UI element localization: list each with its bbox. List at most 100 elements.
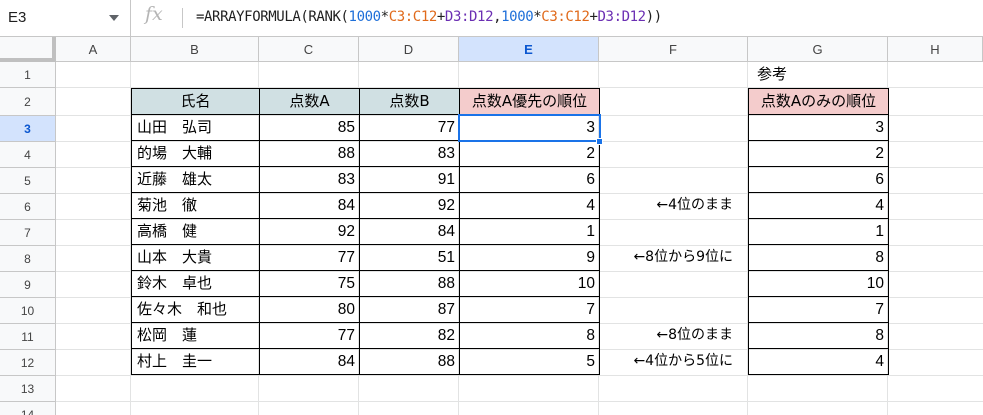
cell-rank-a-only[interactable]: 4 [748, 348, 889, 375]
cell-rank-a-only[interactable]: 8 [748, 322, 889, 349]
cell-rank-a-priority[interactable]: 5 [459, 348, 600, 375]
cell-score-a[interactable]: 77 [259, 322, 360, 349]
cell-rank-a-priority[interactable]: 6 [459, 166, 600, 193]
cell-score-b[interactable]: 92 [359, 192, 460, 219]
cell-name[interactable]: 村上 圭一 [131, 348, 260, 375]
column-header-g[interactable]: G [748, 37, 888, 62]
gridline [56, 401, 983, 402]
cell-name[interactable]: 的場 大輔 [131, 140, 260, 167]
formula-part: + [589, 9, 598, 25]
cell-score-b[interactable]: 77 [359, 114, 460, 141]
select-all-corner[interactable] [0, 37, 56, 62]
column-header-e[interactable]: E [459, 37, 599, 62]
row-header-9[interactable]: 9 [0, 272, 56, 298]
cell-name[interactable]: 山田 弘司 [131, 114, 260, 141]
column-header-h[interactable]: H [888, 37, 983, 62]
row-header-7[interactable]: 7 [0, 220, 56, 246]
column-header-f[interactable]: F [599, 37, 748, 62]
name-box[interactable]: E3 [0, 0, 131, 37]
cell-note[interactable]: ←8位のまま [656, 323, 733, 348]
row-header-13[interactable]: 13 [0, 376, 56, 402]
cell-score-b[interactable]: 82 [359, 322, 460, 349]
cell-rank-a-priority[interactable]: 9 [459, 244, 600, 271]
cell-rank-a-only[interactable]: 8 [748, 244, 889, 271]
row-header-4[interactable]: 4 [0, 142, 56, 168]
formula-range: D3:D12 [444, 9, 494, 25]
formula-range: D3:D12 [597, 9, 647, 25]
cell-score-a[interactable]: 75 [259, 270, 360, 297]
column-header-b[interactable]: B [131, 37, 259, 62]
reference-label: 参考 [757, 65, 788, 83]
cell-rank-a-only[interactable]: 10 [748, 270, 889, 297]
chevron-down-icon[interactable] [109, 15, 119, 21]
header-rank-a-only[interactable]: 点数Aのみの順位 [748, 88, 889, 115]
row-header-5[interactable]: 5 [0, 168, 56, 194]
cell-rank-a-priority[interactable]: 8 [459, 322, 600, 349]
cell-name[interactable]: 近藤 雄太 [131, 166, 260, 193]
cell-note[interactable]: ←4位のまま [656, 193, 733, 218]
formula-part: )) [645, 9, 662, 25]
cell-score-a[interactable]: 84 [259, 348, 360, 375]
cell-note[interactable]: ←4位から5位に [633, 349, 733, 374]
gridline [56, 375, 983, 376]
cell-score-a[interactable]: 85 [259, 114, 360, 141]
cell-score-a[interactable]: 77 [259, 244, 360, 271]
cell-name[interactable]: 山本 大貴 [131, 244, 260, 271]
cell-rank-a-priority[interactable]: 7 [459, 296, 600, 323]
header-name[interactable]: 氏名 [131, 88, 260, 115]
cell-score-b[interactable]: 88 [359, 270, 460, 297]
cell-score-a[interactable]: 84 [259, 192, 360, 219]
cell-score-b[interactable]: 88 [359, 348, 460, 375]
cell-name[interactable]: 菊池 徹 [131, 192, 260, 219]
row-header-12[interactable]: 12 [0, 350, 56, 376]
cell-score-a[interactable]: 80 [259, 296, 360, 323]
formula-part: + [436, 9, 445, 25]
cell-rank-a-priority[interactable]: 2 [459, 140, 600, 167]
cell-score-a[interactable]: 83 [259, 166, 360, 193]
cell-score-b[interactable]: 84 [359, 218, 460, 245]
formula-number: 1000 [501, 9, 534, 25]
cell-name[interactable]: 松岡 蓮 [131, 322, 260, 349]
cell-score-b[interactable]: 91 [359, 166, 460, 193]
name-box-value: E3 [8, 9, 27, 26]
row-header-11[interactable]: 11 [0, 324, 56, 350]
cell-name[interactable]: 鈴木 卓也 [131, 270, 260, 297]
cell-note[interactable]: ←8位から9位に [633, 245, 733, 270]
cell-score-a[interactable]: 88 [259, 140, 360, 167]
cell-rank-a-priority[interactable]: 4 [459, 192, 600, 219]
cell-score-b[interactable]: 87 [359, 296, 460, 323]
column-header-d[interactable]: D [359, 37, 459, 62]
cell-rank-a-only[interactable]: 7 [748, 296, 889, 323]
column-header-c[interactable]: C [259, 37, 359, 62]
cell-score-a[interactable]: 92 [259, 218, 360, 245]
cell-rank-a-only[interactable]: 3 [748, 114, 889, 141]
selected-cell-e3[interactable] [458, 114, 601, 142]
column-header-a[interactable]: A [56, 37, 131, 62]
cell-score-b[interactable]: 83 [359, 140, 460, 167]
cell-rank-a-priority[interactable]: 10 [459, 270, 600, 297]
row-header-10[interactable]: 10 [0, 298, 56, 324]
row-header-6[interactable]: 6 [0, 194, 56, 220]
cell-grid[interactable]: 参考 氏名 点数A 点数B 点数A優先の順位 点数Aのみの順位 山田 弘司 85 7… [56, 62, 983, 415]
cell-rank-a-only[interactable]: 2 [748, 140, 889, 167]
header-score-a[interactable]: 点数A [259, 88, 360, 115]
header-rank-a-priority[interactable]: 点数A優先の順位 [459, 88, 600, 115]
row-header-14[interactable]: 14 [0, 402, 56, 415]
row-header-2[interactable]: 2 [0, 88, 56, 116]
formula-range: C3:C12 [388, 9, 438, 25]
row-header-3[interactable]: 3 [0, 116, 56, 142]
formula-part: * [380, 9, 389, 25]
formula-input[interactable]: =ARRAYFORMULA(RANK(1000*C3:C12+D3:D12,10… [196, 9, 662, 25]
row-header-1[interactable]: 1 [0, 62, 56, 88]
cell-score-b[interactable]: 51 [359, 244, 460, 271]
cell-rank-a-only[interactable]: 6 [748, 166, 889, 193]
header-score-b[interactable]: 点数B [359, 88, 460, 115]
cell-name[interactable]: 高橋 健 [131, 218, 260, 245]
cell-rank-a-only[interactable]: 1 [748, 218, 889, 245]
fill-handle[interactable] [596, 138, 603, 145]
cell-rank-a-priority[interactable]: 1 [459, 218, 600, 245]
row-header-8[interactable]: 8 [0, 246, 56, 272]
cell-rank-a-only[interactable]: 4 [748, 192, 889, 219]
formula-part: =ARRAYFORMULA(RANK( [196, 9, 349, 25]
cell-name[interactable]: 佐々木 和也 [131, 296, 260, 323]
